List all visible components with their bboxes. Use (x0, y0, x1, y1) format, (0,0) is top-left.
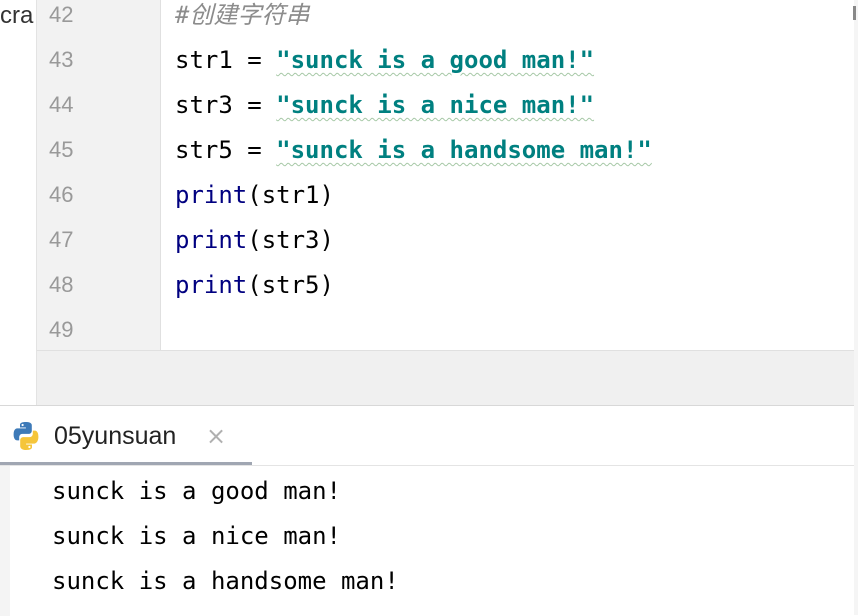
code-line[interactable]: print(str5) (175, 270, 334, 300)
code-variable: str5 = (175, 136, 277, 164)
line-number: 47 (49, 227, 74, 252)
run-console-output[interactable]: sunck is a good man! sunck is a nice man… (0, 465, 854, 616)
line-number: 44 (49, 92, 74, 117)
console-output-line: sunck is a good man! (52, 477, 341, 505)
run-tab-bar: 05yunsuan × (0, 405, 854, 466)
close-icon[interactable]: × (206, 420, 226, 452)
code-string-literal: "sunck is a nice man!" (276, 91, 595, 119)
line-number: 48 (49, 272, 74, 297)
line-number: 49 (49, 317, 74, 342)
clipped-panel-label: cra (0, 2, 34, 29)
console-output-line: sunck is a nice man! (52, 522, 341, 550)
run-tab-label: 05yunsuan (54, 422, 177, 450)
run-tab[interactable]: 05yunsuan × (0, 406, 252, 466)
code-arguments: (str1) (247, 181, 334, 209)
code-line-comment[interactable]: #创建字符串 (175, 0, 309, 30)
right-scrollbar-edge[interactable] (854, 0, 858, 615)
python-icon (13, 422, 39, 450)
scroll-marker (853, 6, 856, 20)
line-number: 45 (49, 137, 74, 162)
console-output-line: sunck is a handsome man! (52, 567, 399, 595)
code-variable: str1 = (175, 46, 277, 74)
code-builtin-function: print (175, 181, 248, 209)
code-string-literal: "sunck is a handsome man!" (276, 136, 652, 164)
code-builtin-function: print (175, 271, 248, 299)
left-panel-strip: cra (0, 0, 36, 405)
code-variable: str3 = (175, 91, 277, 119)
line-number: 43 (49, 47, 74, 72)
console-gutter (0, 466, 10, 616)
editor-bottom-area (36, 350, 855, 406)
line-number: 46 (49, 182, 74, 207)
code-line-empty[interactable] (175, 315, 475, 345)
code-line[interactable]: str5 = "sunck is a handsome man!" (175, 135, 652, 165)
code-editor[interactable]: 42 43 44 45 46 47 48 49 #创建字符串 str1 = "s… (36, 0, 855, 350)
code-line[interactable]: print(str1) (175, 180, 334, 210)
code-line[interactable]: str3 = "sunck is a nice man!" (175, 90, 594, 120)
line-number-gutter: 42 43 44 45 46 47 48 49 (37, 0, 161, 350)
code-builtin-function: print (175, 226, 248, 254)
code-arguments: (str3) (247, 226, 334, 254)
code-string-literal: "sunck is a good man!" (276, 46, 595, 74)
code-line[interactable]: str1 = "sunck is a good man!" (175, 45, 594, 75)
code-arguments: (str5) (247, 271, 334, 299)
line-number: 42 (49, 2, 74, 27)
code-line[interactable]: print(str3) (175, 225, 334, 255)
